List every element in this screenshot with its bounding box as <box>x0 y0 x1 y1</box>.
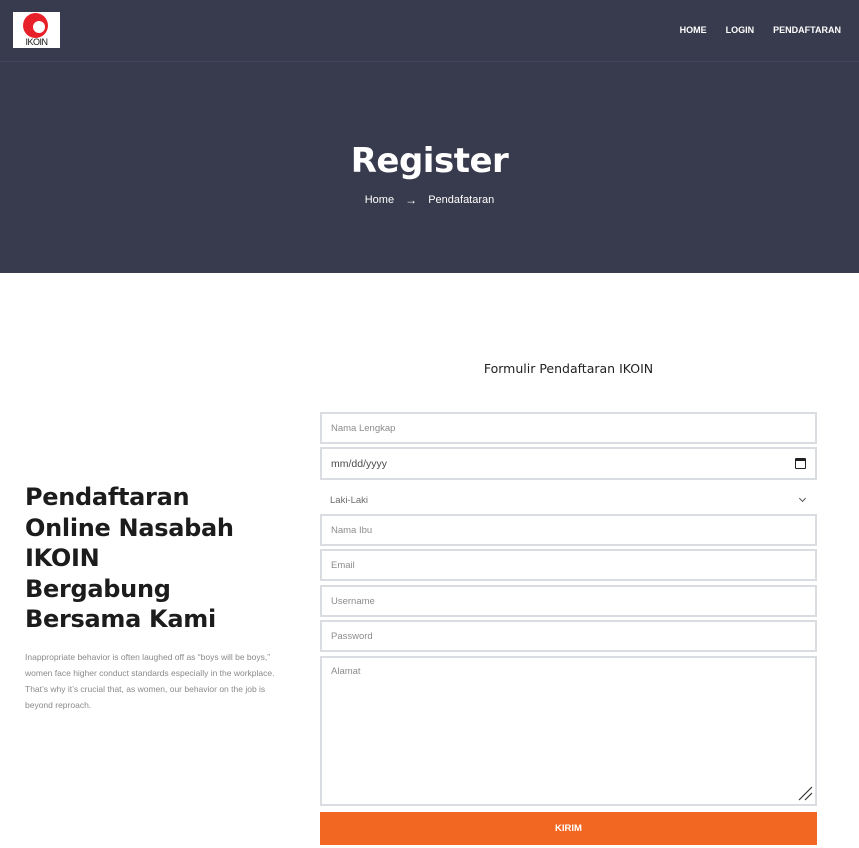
intro-heading-line: IKOIN <box>25 544 100 572</box>
intro-paragraph: Inappropriate behavior is often laughed … <box>25 652 275 710</box>
username-input[interactable] <box>320 585 817 617</box>
intro-heading-line: Online Nasabah <box>25 513 234 542</box>
page-title: Register <box>350 141 509 181</box>
address-textarea[interactable] <box>320 656 817 806</box>
logo-inner-dot <box>33 21 45 33</box>
logo-wordmark: IKOIN <box>25 37 48 47</box>
nav-login-link[interactable]: LOGIN <box>726 25 755 35</box>
gender-selected-value: Laki-Laki <box>330 494 369 506</box>
email-input[interactable] <box>320 549 817 581</box>
intro-heading: Pendaftaran Online Nasabah IKOIN Bergabu… <box>25 482 275 635</box>
birthdate-placeholder: mm/dd/yyyy <box>331 457 388 470</box>
submit-button[interactable]: KIRIM <box>320 812 817 845</box>
chevron-down-icon <box>798 494 807 503</box>
calendar-icon[interactable] <box>795 458 806 469</box>
breadcrumb: Home → Pendafataran <box>0 193 859 207</box>
nav-home-link[interactable]: HOME <box>680 25 707 35</box>
birthdate-input[interactable]: mm/dd/yyyy <box>320 447 817 480</box>
nav-pendaftaran-link[interactable]: PENDAFTARAN <box>773 25 841 35</box>
breadcrumb-home-link[interactable]: Home <box>365 194 394 206</box>
resize-handle-icon[interactable] <box>797 785 813 801</box>
breadcrumb-current: Pendafataran <box>428 194 495 206</box>
main-menu: HOME LOGIN PENDAFTARAN <box>680 25 841 35</box>
intro-heading-line: Bergabung <box>25 574 171 603</box>
arrow-right-icon: → <box>405 193 418 207</box>
mother-name-input[interactable] <box>320 514 817 546</box>
gender-select[interactable]: Laki-Laki <box>320 489 817 511</box>
top-navbar: IKOIN HOME LOGIN PENDAFTARAN <box>0 0 859 62</box>
intro-heading-line: Pendaftaran <box>25 483 190 511</box>
hero-banner: IKOIN HOME LOGIN PENDAFTARAN Register Ho… <box>0 0 859 273</box>
intro-heading-line: Bersama Kami <box>25 605 216 633</box>
password-input[interactable] <box>320 620 817 652</box>
ikoin-logo[interactable]: IKOIN <box>13 12 60 48</box>
form-title: Formulir Pendaftaran IKOIN <box>483 361 654 376</box>
full-name-input[interactable] <box>320 412 817 444</box>
